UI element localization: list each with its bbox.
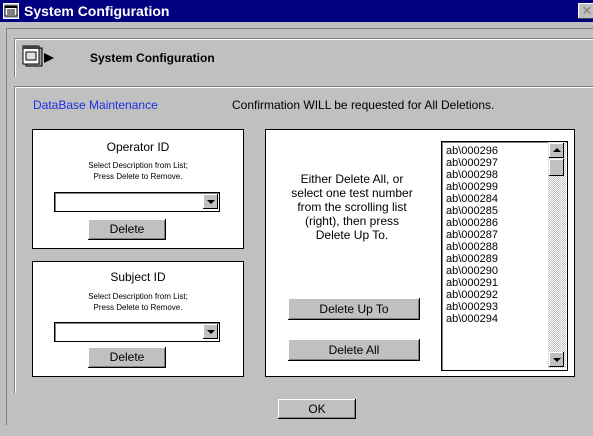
instruction-line: Delete Up To. xyxy=(315,228,389,242)
instruction-line: (right), then press xyxy=(304,214,400,228)
chevron-up-icon xyxy=(553,148,561,152)
chevron-down-icon xyxy=(553,358,561,362)
operator-id-title: Operator ID xyxy=(106,140,170,154)
instruction-line: select one test number xyxy=(291,186,413,200)
section-label: DataBase Maintenance xyxy=(33,98,158,112)
close-icon: ✕ xyxy=(581,3,593,18)
subject-id-title: Subject ID xyxy=(110,270,166,284)
operator-id-dropdown[interactable] xyxy=(54,192,220,212)
subject-id-dropdown[interactable] xyxy=(54,322,220,342)
delete-instructions: Either Delete All, or select one test nu… xyxy=(268,172,436,242)
scroll-down-button[interactable] xyxy=(549,352,564,367)
operator-hint-line2: Press Delete to Remove. xyxy=(93,172,183,181)
confirmation-notice: Confirmation WILL be requested for All D… xyxy=(232,98,495,112)
operator-delete-button[interactable]: Delete xyxy=(88,219,166,240)
list-item[interactable]: ab\000291 xyxy=(446,277,498,289)
list-item[interactable]: ab\000284 xyxy=(446,193,498,205)
chevron-down-icon xyxy=(207,200,215,204)
operator-hint-line1: Select Description from List; xyxy=(88,161,188,170)
list-scrollbar[interactable] xyxy=(548,142,566,368)
list-item[interactable]: ab\000294 xyxy=(446,313,498,325)
subject-hint-line2: Press Delete to Remove. xyxy=(93,303,183,312)
subject-hint-line1: Select Description from List; xyxy=(88,292,188,301)
subject-delete-button[interactable]: Delete xyxy=(88,347,166,368)
delete-up-to-button[interactable]: Delete Up To xyxy=(288,298,420,320)
list-item[interactable]: ab\000293 xyxy=(446,301,498,313)
list-item[interactable]: ab\000288 xyxy=(446,241,498,253)
list-item[interactable]: ab\000296 xyxy=(446,145,498,157)
instruction-line: Either Delete All, or xyxy=(300,172,404,186)
list-item[interactable]: ab\000286 xyxy=(446,217,498,229)
close-button[interactable]: ✕ xyxy=(578,3,593,19)
scroll-thumb[interactable] xyxy=(549,159,564,176)
list-item[interactable]: ab\000297 xyxy=(446,157,498,169)
scroll-up-button[interactable] xyxy=(549,143,564,158)
subject-dropdown-arrow[interactable] xyxy=(203,324,218,339)
list-item[interactable]: ab\000289 xyxy=(446,253,498,265)
ok-button[interactable]: OK xyxy=(278,399,356,419)
instruction-line: from the scrolling list xyxy=(297,200,407,214)
chevron-down-icon xyxy=(207,330,215,334)
operator-dropdown-arrow[interactable] xyxy=(203,194,218,209)
list-item[interactable]: ab\000299 xyxy=(446,181,498,193)
header-title: System Configuration xyxy=(90,51,215,65)
list-item[interactable]: ab\000290 xyxy=(446,265,498,277)
app-window-icon[interactable] xyxy=(3,3,19,19)
computer-window-icon xyxy=(22,45,62,71)
delete-all-button[interactable]: Delete All xyxy=(288,339,420,361)
list-item[interactable]: ab\000292 xyxy=(446,289,498,301)
list-item[interactable]: ab\000285 xyxy=(446,205,498,217)
list-item[interactable]: ab\000287 xyxy=(446,229,498,241)
window-title: System Configuration xyxy=(24,3,170,19)
list-item[interactable]: ab\000298 xyxy=(446,169,498,181)
